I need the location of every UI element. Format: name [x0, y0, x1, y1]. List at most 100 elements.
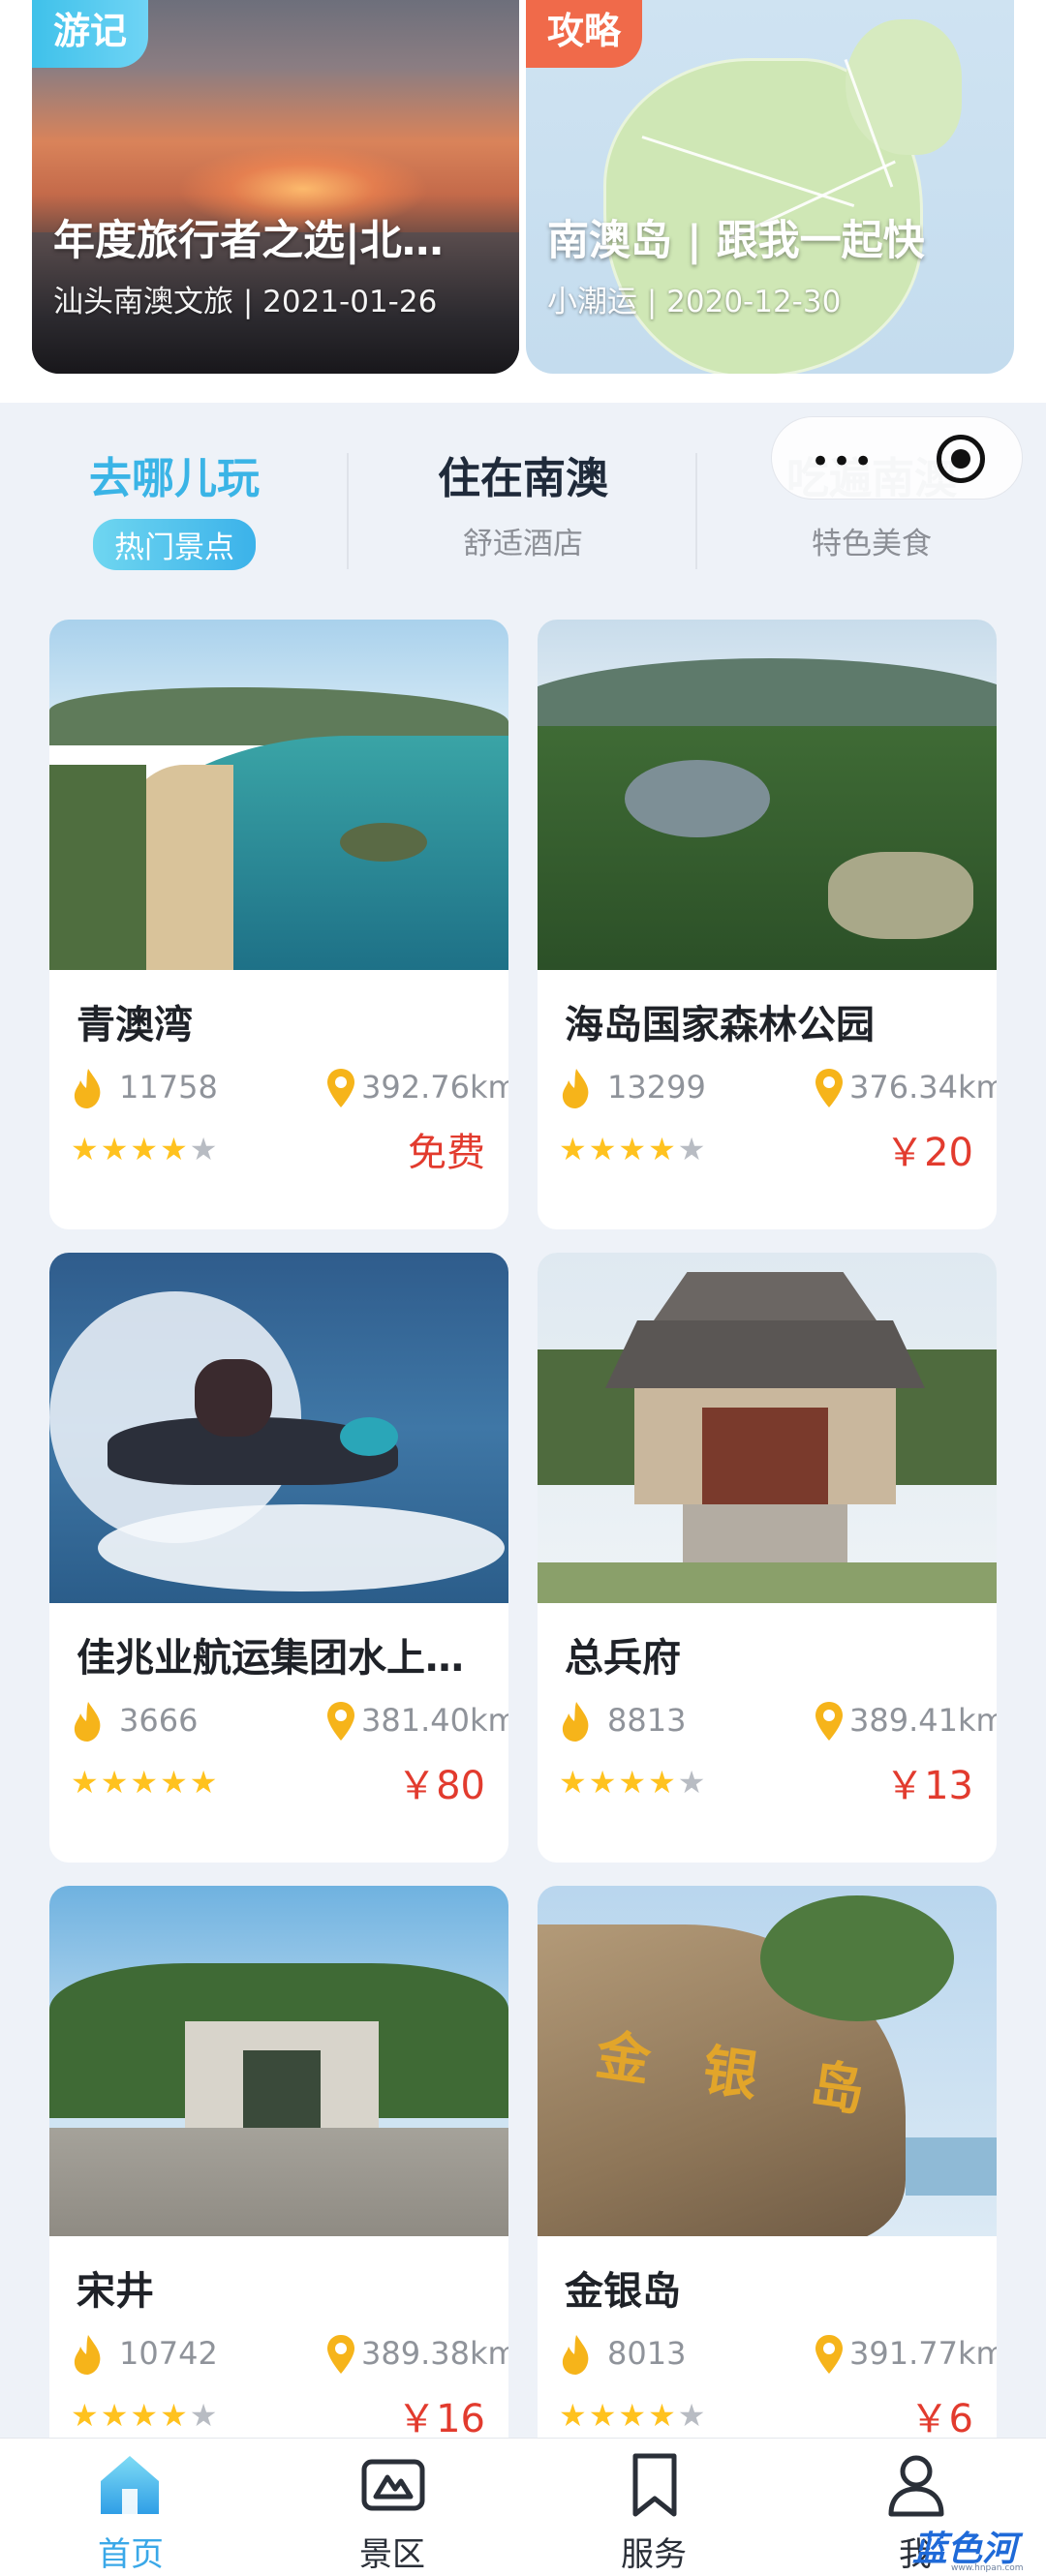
attraction-name: 海岛国家森林公园 — [565, 1003, 875, 1047]
attraction-card[interactable]: 海岛国家森林公园 13299 376.34km ★★★★★ ￥20 — [538, 620, 997, 1229]
attraction-photo — [49, 1886, 508, 2236]
article-strip: 游记 年度旅行者之选|北… 汕头南澳文旅 | 2021-01-26 攻略 南澳岛… — [0, 0, 1046, 403]
close-target-icon[interactable] — [937, 435, 985, 483]
star-icon: ★ — [71, 1131, 99, 1167]
miniprogram-capsule: ••• — [771, 416, 1023, 500]
attraction-name: 佳兆业航运集团水上… — [77, 1636, 464, 1681]
tab-sublabel: 舒适酒店 — [463, 527, 583, 561]
star-rating: ★★★★★ — [559, 2397, 707, 2436]
article-author: 小潮运 — [547, 285, 637, 319]
star-icon: ★ — [189, 1764, 218, 1801]
star-rating: ★★★★★ — [71, 2397, 219, 2436]
user-icon — [888, 2455, 944, 2517]
fire-icon — [562, 2335, 589, 2375]
article-date: 2021-01-26 — [262, 285, 438, 319]
star-icon: ★ — [130, 2397, 159, 2434]
star-rating: ★★★★★ — [71, 1131, 219, 1169]
attraction-photo — [49, 620, 508, 970]
attraction-card[interactable]: 宋井 10742 389.38km ★★★★★ ￥16 — [49, 1886, 508, 2496]
location-pin-icon — [327, 1069, 354, 1107]
star-icon: ★ — [100, 1131, 129, 1167]
star-icon: ★ — [559, 1131, 587, 1167]
distance: 389.41km — [849, 1702, 997, 1739]
location-pin-icon — [327, 1702, 354, 1741]
attraction-name: 青澳湾 — [77, 1003, 193, 1047]
travelogue-badge: 游记 — [32, 0, 149, 68]
hot-count: 13299 — [607, 1069, 706, 1106]
article-date: 2020-12-30 — [666, 285, 842, 319]
hot-count: 8013 — [607, 2335, 687, 2372]
star-icon: ★ — [648, 1131, 676, 1167]
tab-label: 住在南澳 — [438, 454, 608, 503]
attraction-photo — [49, 1253, 508, 1603]
hot-count: 3666 — [119, 1702, 199, 1739]
attraction-meta: 11758 392.76km — [71, 1067, 508, 1109]
star-icon: ★ — [618, 1764, 647, 1801]
fire-icon — [562, 1702, 589, 1742]
star-icon: ★ — [588, 2397, 617, 2434]
tab-sublabel: 特色美食 — [812, 527, 932, 561]
article-title: 南澳岛 | 跟我一起快 — [547, 217, 925, 265]
article-author: 汕头南澳文旅 — [53, 285, 233, 319]
nav-label: 首页 — [98, 2535, 164, 2574]
star-icon: ★ — [100, 1764, 129, 1801]
star-icon: ★ — [588, 1131, 617, 1167]
star-icon: ★ — [160, 1131, 188, 1167]
star-icon: ★ — [618, 2397, 647, 2434]
tab-sublabel: 热门景点 — [93, 519, 256, 570]
attraction-card[interactable]: 金 银 岛 金银岛 8013 391.77km ★★★★★ ￥6 — [538, 1886, 997, 2496]
distance: 389.38km — [361, 2335, 508, 2372]
star-empty-icon: ★ — [189, 2397, 218, 2434]
tab-label: 去哪儿玩 — [89, 454, 260, 503]
fire-icon — [74, 1069, 101, 1108]
mountain-icon — [361, 2459, 425, 2511]
bookmark-icon — [632, 2453, 677, 2517]
watermark-site: www.hnpan.com — [951, 2563, 1024, 2573]
attraction-meta: 8813 389.41km — [559, 1700, 997, 1743]
fire-icon — [74, 2335, 101, 2375]
attraction-name: 宋井 — [77, 2269, 154, 2314]
star-empty-icon: ★ — [677, 2397, 706, 2434]
star-empty-icon: ★ — [189, 1131, 218, 1167]
nav-scenic[interactable]: 景区 — [262, 2439, 523, 2576]
hot-count: 10742 — [119, 2335, 218, 2372]
location-pin-icon — [815, 1702, 843, 1741]
star-rating: ★★★★★ — [559, 1764, 707, 1803]
location-pin-icon — [327, 2335, 354, 2374]
fire-icon — [562, 1069, 589, 1108]
attraction-card[interactable]: 青澳湾 11758 392.76km ★★★★★ 免费 — [49, 620, 508, 1229]
star-icon: ★ — [588, 1764, 617, 1801]
more-icon[interactable]: ••• — [811, 442, 875, 481]
article-card-travelogue[interactable]: 游记 年度旅行者之选|北… 汕头南澳文旅 | 2021-01-26 — [32, 0, 519, 374]
star-icon: ★ — [160, 2397, 188, 2434]
price: ￥16 — [397, 2397, 485, 2441]
distance: 391.77km — [849, 2335, 997, 2372]
distance: 376.34km — [849, 1069, 997, 1106]
star-icon: ★ — [618, 1131, 647, 1167]
article-card-guide[interactable]: 攻略 南澳岛 | 跟我一起快 小潮运 | 2020-12-30 — [526, 0, 1014, 374]
star-icon: ★ — [71, 1764, 99, 1801]
star-icon: ★ — [130, 1764, 159, 1801]
tab-stay[interactable]: 住在南澳 舒适酒店 — [349, 443, 697, 562]
price: ￥80 — [397, 1764, 485, 1808]
attraction-card[interactable]: 佳兆业航运集团水上… 3666 381.40km ★★★★★ ￥80 — [49, 1253, 508, 1863]
attraction-name: 金银岛 — [565, 2269, 681, 2314]
nav-home[interactable]: 首页 — [0, 2439, 262, 2576]
attraction-meta: 3666 381.40km — [71, 1700, 508, 1743]
star-empty-icon: ★ — [677, 1764, 706, 1801]
attraction-meta: 10742 389.38km — [71, 2333, 508, 2376]
price: 免费 — [408, 1131, 485, 1175]
price: ￥20 — [885, 1131, 973, 1175]
island-map-north — [846, 19, 962, 155]
star-icon: ★ — [100, 2397, 129, 2434]
tab-play[interactable]: 去哪儿玩 热门景点 — [0, 443, 349, 570]
article-title: 年度旅行者之选|北… — [53, 217, 444, 265]
fire-icon — [74, 1702, 101, 1742]
location-pin-icon — [815, 2335, 843, 2374]
nav-service[interactable]: 服务 — [523, 2439, 784, 2576]
bottom-nav: 首页 景区 服务 我 — [0, 2438, 1046, 2576]
star-icon: ★ — [559, 2397, 587, 2434]
attraction-card[interactable]: 总兵府 8813 389.41km ★★★★★ ￥13 — [538, 1253, 997, 1863]
star-icon: ★ — [648, 2397, 676, 2434]
star-empty-icon: ★ — [677, 1131, 706, 1167]
